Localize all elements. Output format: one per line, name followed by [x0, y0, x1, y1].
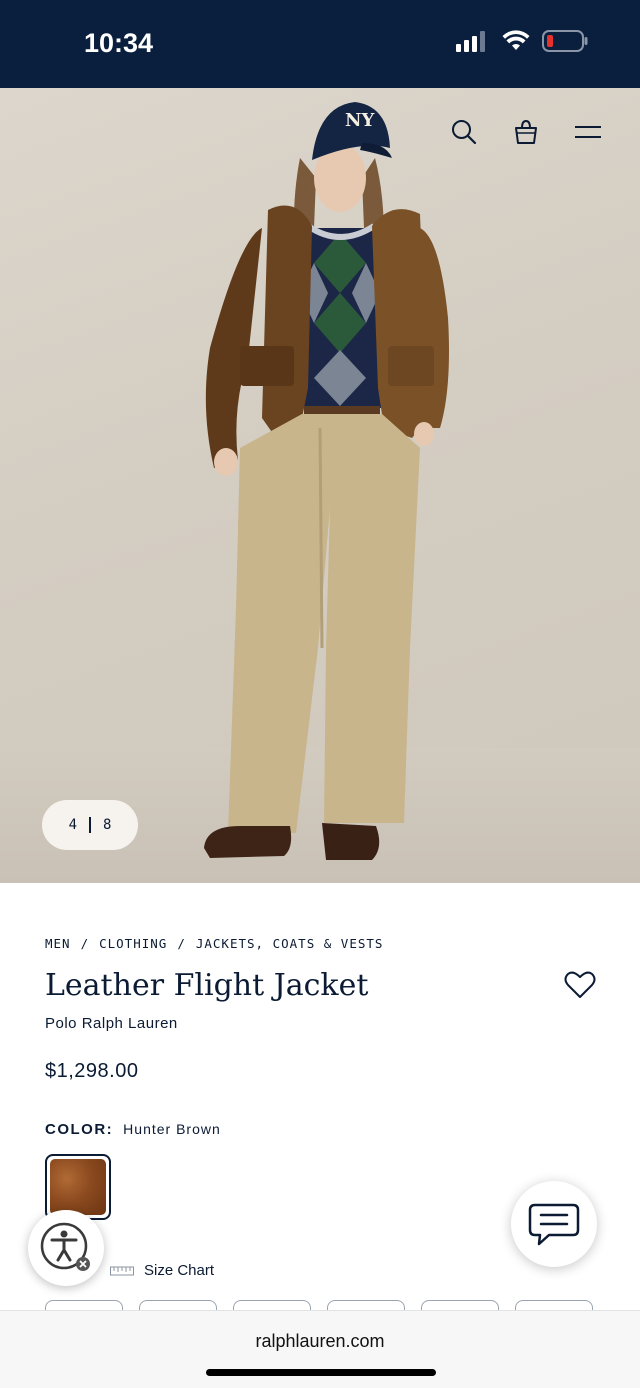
heart-icon	[564, 971, 596, 998]
image-counter-total: 8	[103, 817, 112, 833]
model-figure: NY	[204, 102, 449, 860]
status-time: 10:34	[84, 28, 154, 58]
cellular-signal-icon	[456, 31, 485, 52]
breadcrumb-separator: /	[177, 936, 186, 951]
image-counter-divider	[89, 817, 91, 833]
breadcrumb: MEN / CLOTHING / JACKETS, COATS & VESTS	[45, 936, 383, 951]
shopping-bag-icon[interactable]	[512, 118, 540, 146]
browser-bottom-bar: ralphlauren.com	[0, 1310, 640, 1388]
svg-text:NY: NY	[345, 110, 375, 131]
image-counter: 4 8	[42, 800, 138, 850]
product-image[interactable]: NY 4 8	[0, 88, 640, 883]
color-value: Hunter Brown	[123, 1121, 221, 1137]
favorite-button[interactable]	[564, 970, 596, 1002]
image-counter-current: 4	[68, 817, 77, 833]
chat-bubble-icon	[528, 1203, 580, 1246]
search-icon[interactable]	[450, 118, 478, 146]
home-indicator[interactable]	[206, 1369, 436, 1376]
product-brand: Polo Ralph Lauren	[45, 1015, 178, 1032]
product-title: Leather Flight Jacket	[45, 968, 369, 1003]
swatch-texture	[50, 1159, 106, 1215]
accessibility-icon	[40, 1222, 90, 1271]
breadcrumb-item-men[interactable]: MEN	[45, 936, 71, 951]
product-price: $1,298.00	[45, 1060, 139, 1082]
header-icons	[450, 118, 602, 146]
wifi-icon	[502, 30, 530, 50]
ruler-icon	[110, 1266, 134, 1275]
url-display[interactable]: ralphlauren.com	[0, 1331, 640, 1352]
breadcrumb-item-clothing[interactable]: CLOTHING	[99, 936, 167, 951]
color-swatch-hunter-brown[interactable]	[45, 1154, 111, 1220]
size-chart-label: Size Chart	[144, 1262, 215, 1279]
status-icons	[456, 30, 588, 52]
accessibility-button[interactable]	[28, 1210, 104, 1286]
breadcrumb-separator: /	[80, 936, 90, 951]
color-row: COLOR: Hunter Brown	[45, 1121, 221, 1138]
size-chart-link[interactable]: Size Chart	[110, 1262, 214, 1279]
hamburger-menu-icon[interactable]	[574, 118, 602, 146]
color-label: COLOR:	[45, 1121, 114, 1138]
status-bar: 10:34	[0, 0, 640, 88]
battery-low-icon	[542, 30, 588, 52]
breadcrumb-item-jackets[interactable]: JACKETS, COATS & VESTS	[196, 936, 384, 951]
chat-button[interactable]	[511, 1181, 597, 1267]
